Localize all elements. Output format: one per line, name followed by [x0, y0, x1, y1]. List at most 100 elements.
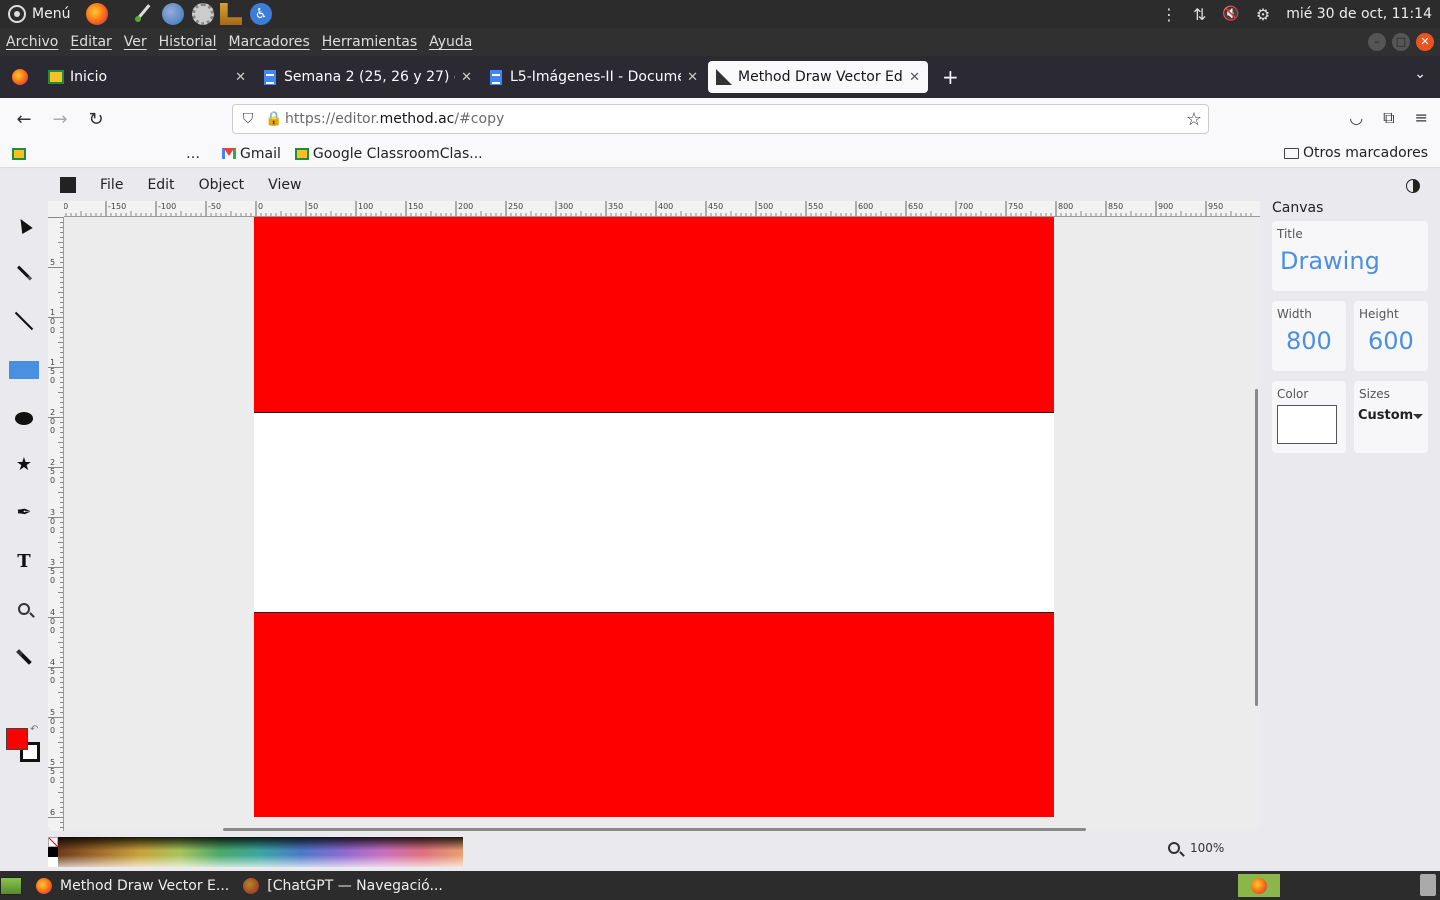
sizes-select[interactable]: Custom — [1358, 408, 1413, 423]
menu-herramientas[interactable]: Herramientas — [322, 34, 417, 50]
rectangle-icon — [9, 361, 39, 379]
forward-arrow-icon[interactable]: → — [42, 109, 78, 130]
clock[interactable]: mié 30 de oct, 11:14 — [1286, 6, 1432, 22]
workspace-switcher[interactable] — [1238, 874, 1280, 897]
network-arrows-icon[interactable]: ⇅ — [1193, 5, 1206, 24]
url-bar[interactable]: ⛉ 🔒 https://editor.method.ac/#copy ☆ — [232, 104, 1209, 134]
minimize-window-icon[interactable]: – — [1368, 33, 1386, 51]
maximize-window-icon[interactable]: □ — [1392, 33, 1410, 51]
eyedropper-tool[interactable] — [8, 641, 40, 673]
show-desktop-icon[interactable] — [0, 876, 22, 895]
horizontal-scrollbar[interactable] — [223, 828, 1086, 831]
pocket-icon[interactable]: ◡ — [1349, 108, 1363, 128]
pencil-tool[interactable] — [8, 257, 40, 289]
fill-color-swatch[interactable] — [6, 728, 28, 750]
tab-method-draw[interactable]: Method Draw Vector Edit ✕ — [708, 61, 928, 93]
close-tab-icon[interactable]: ✕ — [687, 70, 698, 85]
canvas-area[interactable] — [64, 217, 1260, 831]
select-tool[interactable] — [8, 209, 40, 241]
reload-icon[interactable]: ↻ — [78, 109, 114, 130]
ruler-label: 500 — [758, 202, 773, 211]
caret-down-icon[interactable] — [1413, 414, 1423, 419]
title-field[interactable]: Title Drawing — [1272, 221, 1428, 291]
star-tool[interactable]: ★ — [8, 448, 40, 480]
close-tab-icon[interactable]: ✕ — [909, 70, 920, 85]
firefox-launcher-icon[interactable] — [86, 3, 108, 25]
swap-colors-icon[interactable]: ↶ — [30, 724, 38, 735]
text-tool[interactable]: T — [8, 545, 40, 577]
tab-l5-imagenes[interactable]: L5-Imágenes-II - Documen ✕ — [482, 61, 706, 93]
menu-archivo[interactable]: Archivo — [6, 34, 58, 50]
trash-icon[interactable] — [1420, 874, 1436, 896]
extensions-icon[interactable]: ⧉ — [1383, 108, 1394, 128]
shield-icon[interactable]: ⛉ — [233, 111, 263, 127]
no-color-swatch[interactable] — [48, 837, 58, 847]
vertical-scrollbar[interactable] — [1255, 389, 1258, 706]
ellipse-tool[interactable] — [8, 402, 40, 434]
taskbar-window-method-draw[interactable]: Method Draw Vector E... — [36, 877, 229, 894]
menu-editar[interactable]: Editar — [70, 34, 111, 50]
width-value[interactable]: 800 — [1286, 327, 1332, 355]
canvas-color-swatch[interactable] — [1277, 405, 1337, 444]
rectangle-tool[interactable] — [8, 354, 40, 386]
close-window-icon[interactable]: ✕ — [1416, 33, 1434, 51]
back-arrow-icon[interactable]: ← — [6, 109, 42, 130]
taskbar-window-chatgpt[interactable]: [ChatGPT — Navegació... — [243, 877, 443, 894]
new-tab-button[interactable]: + — [942, 65, 959, 89]
red-rectangle-top[interactable] — [254, 217, 1054, 413]
white-swatch[interactable] — [48, 857, 58, 867]
app-menu-object[interactable]: Object — [199, 177, 245, 193]
bookmarks-overflow[interactable]: … — [186, 146, 200, 162]
bookmark-star-icon[interactable]: ☆ — [1186, 109, 1202, 130]
chevron-down-icon[interactable]: ⌄ — [1414, 66, 1426, 82]
firefox-view-button[interactable] — [0, 69, 40, 85]
method-draw-logo-icon[interactable] — [60, 177, 76, 193]
ruler-launcher-icon[interactable] — [220, 3, 242, 25]
tab-semana-2[interactable]: Semana 2 (25, 26 y 27) ed ✕ — [256, 61, 480, 93]
hamburger-menu-icon[interactable]: ≡ — [1415, 108, 1428, 128]
line-tool[interactable] — [8, 305, 40, 337]
zoom-tool[interactable] — [8, 593, 40, 625]
color-palette[interactable] — [48, 837, 463, 867]
white-stripe[interactable] — [254, 413, 1054, 612]
red-rectangle-bottom[interactable] — [254, 612, 1054, 817]
lock-icon[interactable]: 🔒 — [263, 111, 285, 127]
menu-marcadores[interactable]: Marcadores — [229, 34, 310, 50]
app-menu-file[interactable]: File — [100, 177, 123, 193]
globe-launcher-icon[interactable] — [162, 3, 184, 25]
palette-gradient[interactable] — [58, 837, 463, 867]
black-swatch[interactable] — [48, 847, 58, 857]
drawing-canvas[interactable] — [254, 217, 1054, 817]
close-tab-icon[interactable]: ✕ — [235, 70, 246, 85]
height-value[interactable]: 600 — [1368, 327, 1414, 355]
bookmark-gmail[interactable]: Gmail — [240, 146, 281, 162]
bookmark-google-classroom[interactable]: Google ClassroomClas... — [313, 146, 483, 162]
navigation-bar: ← → ↻ ⛉ 🔒 https://editor.method.ac/#copy… — [0, 98, 1440, 140]
app-menu-edit[interactable]: Edit — [147, 177, 174, 193]
paint-brush-launcher-icon[interactable] — [132, 3, 154, 25]
classroom-bookmark-icon[interactable] — [12, 147, 26, 160]
menu-ayuda[interactable]: Ayuda — [429, 34, 472, 50]
system-settings-icon[interactable]: ⚙ — [1256, 5, 1270, 24]
height-field[interactable]: Height 600 — [1354, 301, 1428, 371]
pen-tool[interactable]: ✒ — [8, 496, 40, 528]
volume-muted-icon[interactable]: 🔇 — [1222, 6, 1239, 22]
sizes-field[interactable]: Sizes Custom — [1354, 381, 1428, 453]
menu-historial[interactable]: Historial — [159, 34, 217, 50]
other-bookmarks[interactable]: Otros marcadores — [1283, 145, 1428, 161]
accessibility-launcher-icon[interactable]: ♿ — [250, 3, 272, 25]
settings-launcher-icon[interactable] — [192, 3, 214, 25]
tab-inicio[interactable]: Inicio ✕ — [40, 61, 254, 93]
title-value[interactable]: Drawing — [1280, 247, 1380, 275]
theme-contrast-icon[interactable] — [1406, 179, 1420, 193]
zoom-level[interactable]: 100% — [1190, 841, 1224, 855]
app-menu-view[interactable]: View — [268, 177, 301, 193]
close-tab-icon[interactable]: ✕ — [461, 70, 472, 85]
color-field[interactable]: Color — [1272, 381, 1346, 453]
url-text[interactable]: https://editor.method.ac/#copy — [285, 111, 504, 127]
menu-ver[interactable]: Ver — [124, 34, 147, 50]
zoom-control[interactable]: 100% — [1168, 841, 1224, 855]
ruler-label: 2 — [50, 458, 55, 467]
os-menu-button[interactable]: Menú — [0, 5, 78, 23]
width-field[interactable]: Width 800 — [1272, 301, 1346, 371]
